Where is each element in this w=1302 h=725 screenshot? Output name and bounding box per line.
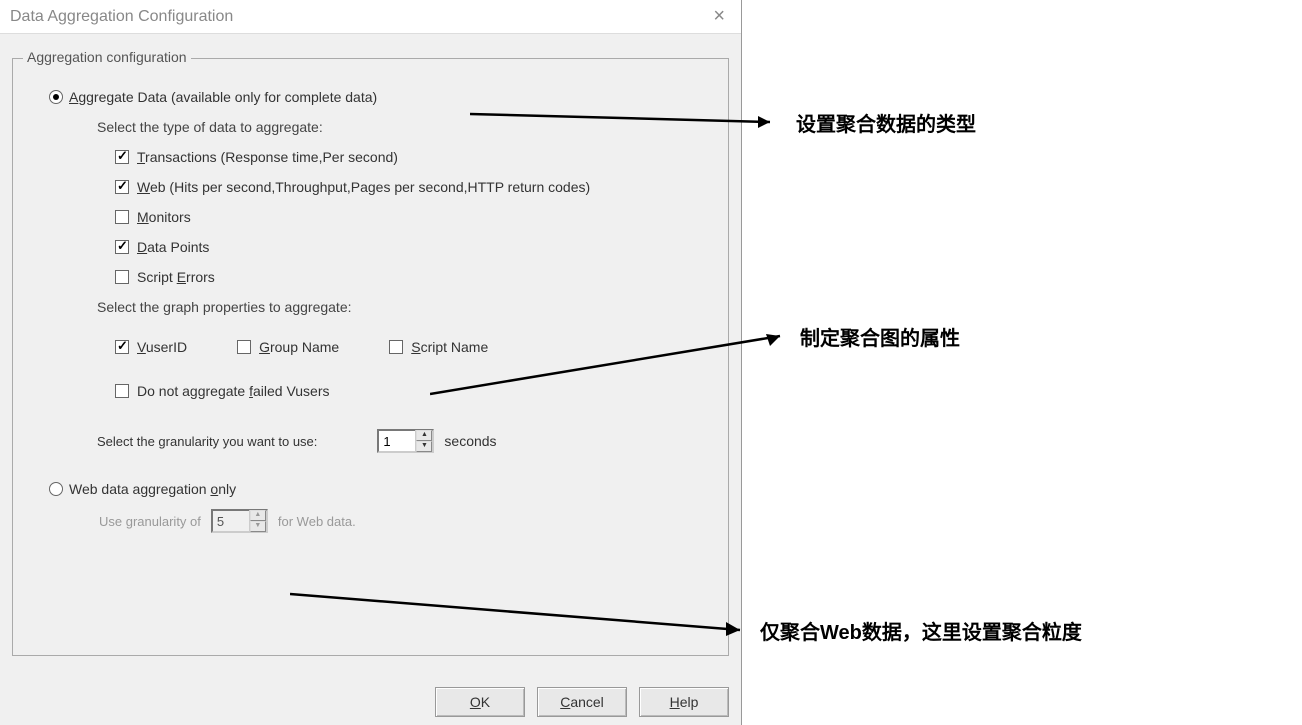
props-row: VuserID Group Name Script Name [115,325,714,369]
checkbox-groupname-label: Group Name [259,339,339,355]
granularity-input[interactable] [379,432,415,451]
checkbox-icon[interactable] [115,210,129,224]
cancel-button[interactable]: Cancel [537,687,627,717]
checkbox-transactions-label: Transactions (Response time,Per second) [137,149,398,165]
radio-icon[interactable] [49,90,63,104]
radio-aggregate-data[interactable]: Aggregate Data (available only for compl… [49,89,714,105]
checkbox-icon[interactable] [115,180,129,194]
aggregation-groupbox: Aggregation configuration Aggregate Data… [12,58,729,656]
spinner-down-icon: ▼ [250,521,266,532]
webonly-spinner: ▲ ▼ [211,509,268,533]
checkbox-datapoints[interactable]: Data Points [115,239,714,255]
webonly-suffix: for Web data. [278,514,356,529]
dialog-window: Data Aggregation Configuration × Aggrega… [0,0,742,725]
granularity-spinner[interactable]: ▲ ▼ [377,429,434,453]
checkbox-groupname[interactable]: Group Name [237,339,339,355]
granularity-row: Select the granularity you want to use: … [97,429,714,453]
groupbox-label: Aggregation configuration [23,49,191,65]
checkbox-icon[interactable] [389,340,403,354]
checkbox-icon[interactable] [115,340,129,354]
spinner-up-icon: ▲ [250,510,266,521]
checkbox-failed[interactable]: Do not aggregate failed Vusers [115,383,714,399]
spinner-up-icon[interactable]: ▲ [416,430,432,441]
close-icon[interactable]: × [707,5,731,28]
radio-webonly-label: Web data aggregation only [69,481,236,497]
checkbox-transactions[interactable]: Transactions (Response time,Per second) [115,149,714,165]
radio-web-only[interactable]: Web data aggregation only [49,481,714,497]
checkbox-failed-label: Do not aggregate failed Vusers [137,383,330,399]
checkbox-monitors-label: Monitors [137,209,191,225]
checkbox-scripterrors[interactable]: Script Errors [115,269,714,285]
help-button[interactable]: Help [639,687,729,717]
ok-button[interactable]: OK [435,687,525,717]
titlebar: Data Aggregation Configuration × [0,0,741,34]
radio-aggregate-label: Aggregate Data (available only for compl… [69,89,377,105]
dialog-title: Data Aggregation Configuration [10,8,233,26]
seconds-label: seconds [444,433,496,449]
props-label: Select the graph properties to aggregate… [97,299,714,315]
checkbox-monitors[interactable]: Monitors [115,209,714,225]
webonly-input [213,512,249,531]
annotation-2: 制定聚合图的属性 [800,322,960,351]
checkbox-scriptname[interactable]: Script Name [389,339,488,355]
radio-icon[interactable] [49,482,63,496]
type-label: Select the type of data to aggregate: [97,119,714,135]
checkbox-datapoints-label: Data Points [137,239,209,255]
web-only-granularity-row: Use granularity of ▲ ▼ for Web data. [99,509,714,533]
checkbox-vuserid-label: VuserID [137,339,187,355]
annotation-1: 设置聚合数据的类型 [796,108,976,137]
webonly-prefix: Use granularity of [99,514,201,529]
spinner-down-icon[interactable]: ▼ [416,441,432,452]
failed-row: Do not aggregate failed Vusers [115,383,714,399]
type-checklist: Transactions (Response time,Per second) … [115,149,714,285]
checkbox-icon[interactable] [115,270,129,284]
annotation-3: 仅聚合Web数据，这里设置聚合粒度 [760,616,1082,645]
checkbox-web-label: Web (Hits per second,Throughput,Pages pe… [137,179,590,195]
checkbox-icon[interactable] [237,340,251,354]
checkbox-icon[interactable] [115,150,129,164]
checkbox-vuserid[interactable]: VuserID [115,339,187,355]
granularity-label: Select the granularity you want to use: [97,434,317,449]
checkbox-icon[interactable] [115,384,129,398]
checkbox-scriptname-label: Script Name [411,339,488,355]
checkbox-icon[interactable] [115,240,129,254]
checkbox-scripterrors-label: Script Errors [137,269,215,285]
button-bar: OK Cancel Help [435,687,729,717]
checkbox-web[interactable]: Web (Hits per second,Throughput,Pages pe… [115,179,714,195]
